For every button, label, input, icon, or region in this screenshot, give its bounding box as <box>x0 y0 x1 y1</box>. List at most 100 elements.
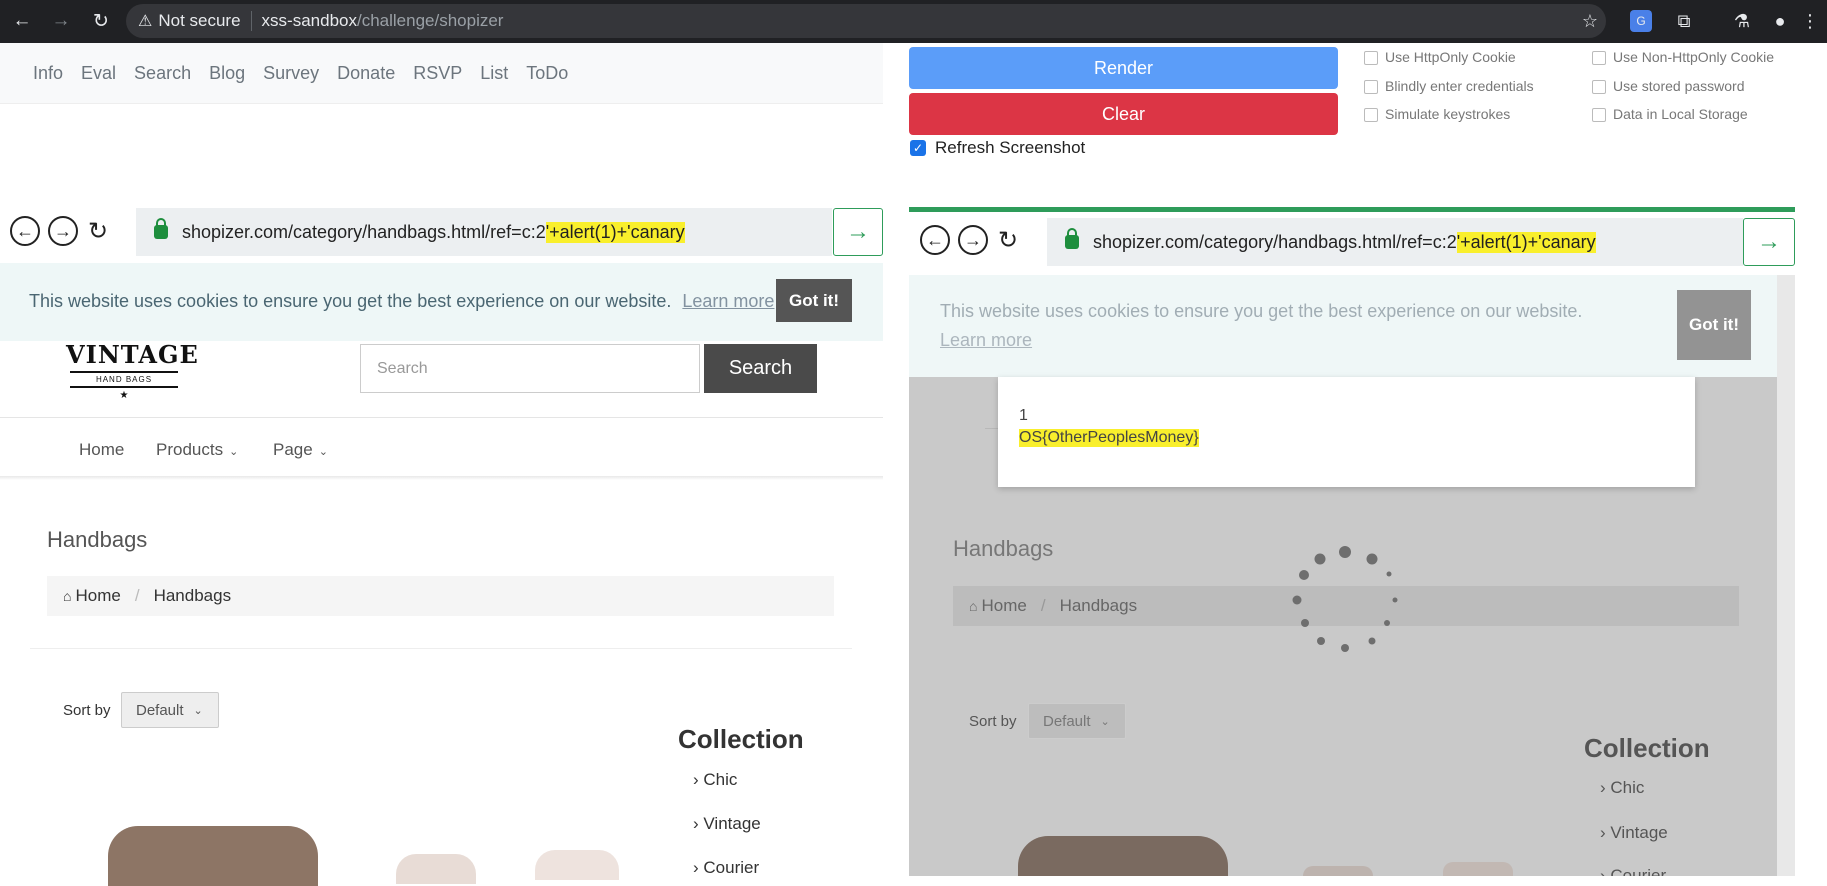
url-payload: '+alert(1)+'canary <box>545 221 685 243</box>
nav-survey[interactable]: Survey <box>263 63 319 84</box>
menu-icon[interactable]: ⋮ <box>1797 8 1823 34</box>
collection-item-label: Chic <box>703 770 738 789</box>
nav-search[interactable]: Search <box>134 63 191 84</box>
option-label: Simulate keystrokes <box>1385 106 1511 122</box>
cookie-got-it-button[interactable]: Got it! <box>776 279 852 322</box>
menu-products-label: Products <box>156 440 224 459</box>
logo-text: VINTAGE <box>66 340 199 369</box>
simulate-keystrokes-checkbox[interactable] <box>1364 108 1378 122</box>
nav-list[interactable]: List <box>480 63 508 84</box>
collection-item[interactable]: › Courier <box>693 858 759 878</box>
chevron-down-icon: ⌄ <box>1100 715 1110 728</box>
nav-todo[interactable]: ToDo <box>526 63 568 84</box>
sort-value: Default <box>1043 712 1091 730</box>
frame-back-icon[interactable]: ← <box>920 225 950 255</box>
collection-title: Collection <box>678 724 804 754</box>
alert-flag: OS{OtherPeoplesMoney} <box>1019 429 1199 447</box>
browser-toolbar: ← → ↻ ⚠ Not secure xss-sandbox/challenge… <box>0 0 1827 43</box>
menu-home[interactable]: Home <box>79 440 124 460</box>
page-title: Handbags <box>47 527 148 552</box>
clear-button[interactable]: Clear <box>909 93 1338 135</box>
refresh-screenshot-checkbox[interactable]: ✓ <box>910 140 926 156</box>
frame-forward-icon[interactable]: → <box>48 216 78 246</box>
product-image[interactable] <box>1443 862 1513 876</box>
divider <box>30 648 852 649</box>
sort-label: Sort by <box>63 702 111 719</box>
nav-blog[interactable]: Blog <box>209 63 245 84</box>
bookmark-star-icon[interactable]: ☆ <box>1577 8 1603 34</box>
logo-subtext: HAND BAGS <box>95 375 153 384</box>
sort-select[interactable]: Default ⌄ <box>1028 703 1126 739</box>
site-search-input[interactable]: Search <box>360 344 700 393</box>
option-label: Use HttpOnly Cookie <box>1385 49 1516 65</box>
menu-products[interactable]: Products ⌄ <box>156 440 238 460</box>
nav-rsvp[interactable]: RSVP <box>413 63 462 84</box>
collection-item[interactable]: › Chic <box>693 770 737 790</box>
cookie-got-it-button[interactable]: Got it! <box>1677 290 1751 360</box>
menu-shadow <box>0 476 883 480</box>
product-image[interactable] <box>108 826 318 886</box>
breadcrumb-home[interactable]: Home <box>75 586 120 606</box>
right-url-field[interactable]: shopizer.com/category/handbags.html/ref=… <box>1047 218 1743 266</box>
reload-icon[interactable]: ↻ <box>86 6 116 36</box>
home-icon: ⌂ <box>969 598 978 614</box>
product-image[interactable] <box>1303 866 1373 876</box>
profile-icon[interactable]: ● <box>1767 8 1793 34</box>
product-image[interactable] <box>1018 836 1228 876</box>
non-httponly-cookie-checkbox[interactable] <box>1592 51 1606 65</box>
left-go-button[interactable]: → <box>833 208 883 256</box>
blind-credentials-checkbox[interactable] <box>1364 80 1378 94</box>
breadcrumb-home[interactable]: Home <box>981 596 1026 616</box>
render-button[interactable]: Render <box>909 47 1338 89</box>
collection-item[interactable]: › Vintage <box>693 814 761 834</box>
extensions-icon[interactable]: ⧉ <box>1671 8 1697 34</box>
nav-donate[interactable]: Donate <box>337 63 395 84</box>
alert-dialog: 1 OS{OtherPeoplesMoney} <box>998 377 1695 487</box>
url-host: xss-sandbox <box>261 11 357 30</box>
address-bar[interactable]: ⚠ Not secure xss-sandbox/challenge/shopi… <box>126 4 1606 38</box>
translate-icon[interactable]: G <box>1630 10 1652 32</box>
right-cookie-banner: This website uses cookies to ensure you … <box>909 275 1777 377</box>
collection-item-label: Courier <box>703 858 760 877</box>
page-title: Handbags <box>953 536 1054 561</box>
breadcrumb-current: Handbags <box>1059 596 1138 615</box>
stored-password-checkbox[interactable] <box>1592 80 1606 94</box>
collection-item-label: Courier <box>1610 866 1667 876</box>
url-path: /challenge/shopizer <box>356 11 504 30</box>
cookie-learn-more[interactable]: Learn more <box>682 291 774 311</box>
option-label: Data in Local Storage <box>1613 106 1748 122</box>
forward-icon[interactable]: → <box>46 6 76 36</box>
left-frame-nav: ← → ↻ <box>10 216 108 246</box>
back-icon[interactable]: ← <box>7 6 37 36</box>
labs-icon[interactable]: ⚗ <box>1729 8 1755 34</box>
frame-forward-icon[interactable]: → <box>958 225 988 255</box>
refresh-screenshot-label: Refresh Screenshot <box>935 138 1086 157</box>
sort-select[interactable]: Default ⌄ <box>121 692 219 728</box>
menu-page[interactable]: Page ⌄ <box>273 440 328 460</box>
cookie-text: This website uses cookies to ensure you … <box>940 301 1583 321</box>
collection-item-label: Chic <box>1610 778 1645 797</box>
site-search-button[interactable]: Search <box>704 344 817 393</box>
frame-reload-icon[interactable]: ↻ <box>88 217 108 246</box>
not-secure-label: Not secure <box>158 11 241 30</box>
product-image[interactable] <box>396 854 476 884</box>
progress-bar <box>909 207 1795 212</box>
collection-item-label: Vintage <box>1610 823 1668 842</box>
frame-reload-icon[interactable]: ↻ <box>998 226 1018 255</box>
scrollbar[interactable] <box>1777 275 1795 876</box>
vintage-logo[interactable]: VINTAGE HAND BAGS ★ <box>66 340 199 408</box>
cookie-learn-more[interactable]: Learn more <box>940 330 1032 350</box>
nav-eval[interactable]: Eval <box>81 63 116 84</box>
collection-item[interactable]: › Chic <box>1600 778 1644 798</box>
httponly-cookie-checkbox[interactable] <box>1364 51 1378 65</box>
left-url-field[interactable]: shopizer.com/category/handbags.html/ref=… <box>136 208 832 256</box>
chevron-down-icon: ⌄ <box>229 446 239 458</box>
right-go-button[interactable]: → <box>1743 218 1795 266</box>
home-icon: ⌂ <box>63 588 72 604</box>
lock-icon <box>154 218 168 239</box>
nav-info[interactable]: Info <box>33 63 63 84</box>
collection-item[interactable]: › Vintage <box>1600 823 1668 843</box>
local-storage-checkbox[interactable] <box>1592 108 1606 122</box>
frame-back-icon[interactable]: ← <box>10 216 40 246</box>
collection-item[interactable]: › Courier <box>1600 866 1666 876</box>
